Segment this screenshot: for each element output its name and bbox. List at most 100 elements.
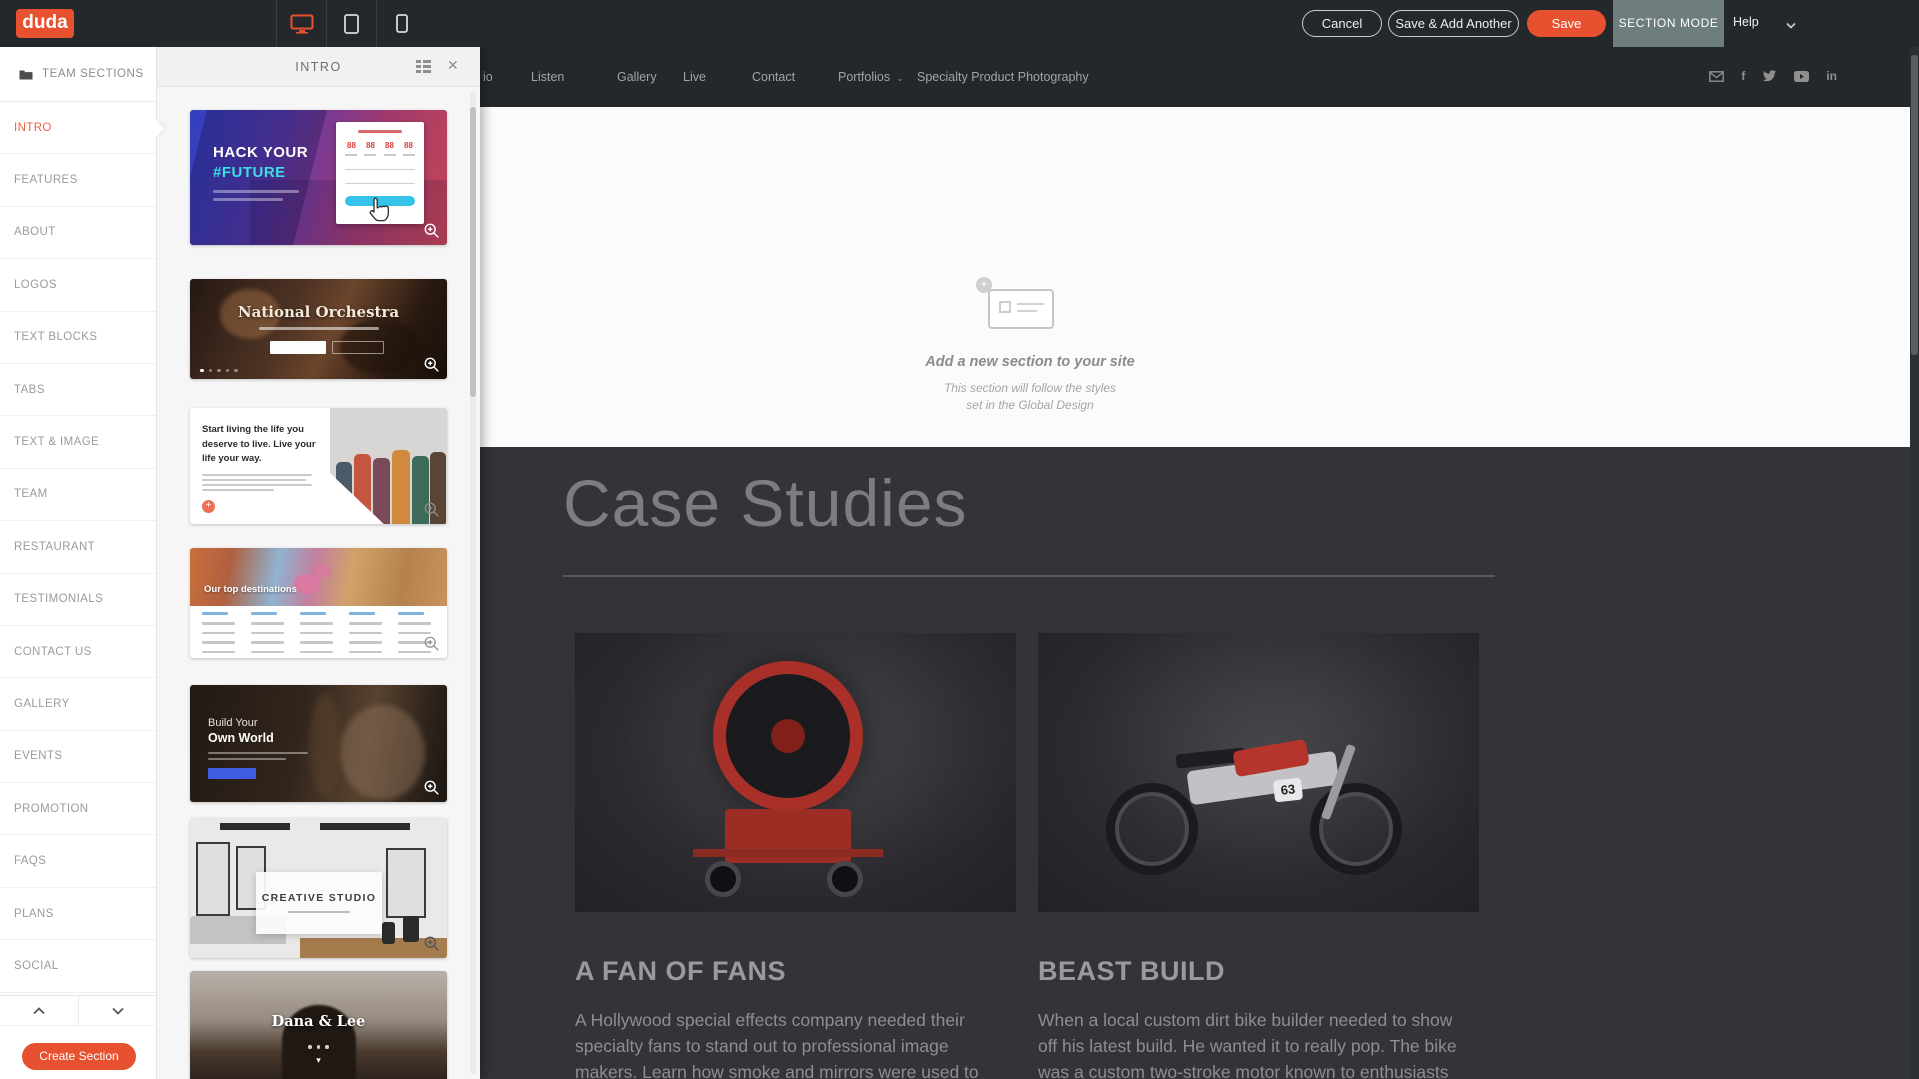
- site-nav-item[interactable]: Specialty Product Photography: [917, 70, 1089, 84]
- sidebar-item[interactable]: CONTACT US: [0, 626, 156, 678]
- template-thumbnail-build-your-own-world[interactable]: Build Your Own World: [190, 685, 447, 802]
- countdown-digit: 88: [402, 141, 415, 151]
- section-placeholder-icon: [988, 289, 1054, 329]
- thumbnail-title: Our top destinations: [204, 584, 297, 595]
- twitter-icon[interactable]: [1762, 69, 1777, 83]
- sidebar-item[interactable]: PLANS: [0, 888, 156, 940]
- cancel-button[interactable]: Cancel: [1302, 10, 1382, 37]
- sidebar-item-label: ABOUT: [14, 226, 56, 238]
- sidebar-item[interactable]: TEAM: [0, 469, 156, 521]
- sidebar-item-label: TABS: [14, 384, 45, 396]
- sidebar-item-label: FAQS: [14, 855, 46, 867]
- site-nav-item[interactable]: Listen: [531, 70, 564, 84]
- thumbnail-art: [345, 154, 415, 156]
- site-nav-item[interactable]: io: [483, 70, 493, 84]
- thumbnail-text: Dana & Lee: [190, 1013, 447, 1030]
- thumbnail-title-line: HACK YOUR: [213, 144, 308, 161]
- sidebar-item[interactable]: PROMOTION: [0, 783, 156, 835]
- scroll-down-button[interactable]: [79, 996, 157, 1025]
- template-thumbnail-hack-your-future[interactable]: HACK YOUR #FUTURE 88 88 88 88: [190, 110, 447, 245]
- thumbnail-title-line: Own World: [208, 731, 308, 745]
- divider: [563, 575, 1495, 577]
- sidebar-item[interactable]: RESTAURANT: [0, 521, 156, 573]
- zoom-preview-icon[interactable]: [423, 635, 440, 652]
- template-thumbnail-national-orchestra[interactable]: National Orchestra: [190, 279, 447, 379]
- panel-scrollbar[interactable]: [470, 92, 476, 1074]
- page-scrollbar[interactable]: [1910, 47, 1919, 1079]
- youtube-icon[interactable]: [1794, 69, 1809, 83]
- sidebar-item[interactable]: TABS: [0, 364, 156, 416]
- case-study-title: A FAN OF FANS: [575, 956, 1016, 987]
- thumbnail-title: Dana & Lee: [190, 1013, 447, 1030]
- thumbnail-slider-dots: [190, 1045, 447, 1049]
- site-nav-item[interactable]: Live: [683, 70, 706, 84]
- thumbnail-art: [392, 450, 410, 524]
- thumbnail-countdown-card: 88 88 88 88: [336, 122, 424, 224]
- tablet-preview-button[interactable]: [326, 0, 376, 47]
- sidebar-item-label: PROMOTION: [14, 803, 89, 815]
- sidebar-item[interactable]: LOGOS: [0, 259, 156, 311]
- sidebar-item[interactable]: FAQS: [0, 835, 156, 887]
- linkedin-icon[interactable]: in: [1826, 69, 1837, 83]
- sidebar-item[interactable]: TESTIMONIALS: [0, 574, 156, 626]
- duda-logo[interactable]: duda: [16, 9, 74, 38]
- close-icon[interactable]: ✕: [447, 57, 459, 74]
- add-section-subtitle: set in the Global Design: [480, 398, 1580, 412]
- site-nav-item-portfolios[interactable]: Portfolios⌄: [838, 70, 904, 84]
- thumbnail-art: [208, 758, 286, 760]
- case-study-image-fan: [575, 633, 1016, 912]
- social-icons-row: f in: [1709, 69, 1837, 83]
- scroll-up-button[interactable]: [0, 996, 79, 1025]
- sidebar-item[interactable]: ABOUT: [0, 207, 156, 259]
- site-nav-item[interactable]: Contact: [752, 70, 795, 84]
- page-scrollbar-thumb[interactable]: [1911, 55, 1918, 355]
- zoom-preview-icon[interactable]: [423, 222, 440, 239]
- email-icon[interactable]: [1709, 69, 1724, 83]
- sidebar-item[interactable]: GALLERY: [0, 678, 156, 730]
- top-bar: duda Cancel Save & Add Another Save SECT…: [0, 0, 1919, 47]
- help-menu[interactable]: Help: [1733, 15, 1759, 29]
- facebook-icon[interactable]: f: [1741, 69, 1745, 83]
- sidebar-item[interactable]: EVENTS: [0, 731, 156, 783]
- thumbnail-art: [386, 848, 426, 918]
- save-button[interactable]: Save: [1527, 10, 1606, 37]
- add-section-subtitle: This section will follow the styles: [480, 381, 1580, 395]
- sidebar-item[interactable]: TEXT BLOCKS: [0, 312, 156, 364]
- chevron-down-icon: ▾: [190, 1055, 447, 1066]
- create-section-button[interactable]: Create Section: [22, 1043, 136, 1070]
- sidebar-item[interactable]: INTRO: [0, 102, 156, 154]
- thumbnail-text: CREATIVE STUDIO: [256, 872, 382, 934]
- tablet-icon: [344, 14, 359, 34]
- thumbnail-text: Build Your Own World: [208, 717, 308, 779]
- chevron-down-icon[interactable]: [1786, 16, 1796, 34]
- thumbnail-art: [213, 198, 283, 201]
- thumbnail-art: [196, 842, 230, 916]
- template-thumbnail-dana-and-lee[interactable]: Dana & Lee ▾: [190, 971, 447, 1079]
- site-nav-item[interactable]: Gallery: [617, 70, 657, 84]
- section-mode-badge: SECTION MODE: [1613, 0, 1724, 47]
- thumbnail-table: [202, 612, 435, 658]
- template-thumbnail-top-destinations[interactable]: Our top destinations: [190, 548, 447, 658]
- template-thumbnail-creative-studio[interactable]: CREATIVE STUDIO: [190, 818, 447, 958]
- thumbnail-art: [294, 574, 320, 594]
- zoom-preview-icon[interactable]: [423, 779, 440, 796]
- zoom-preview-icon[interactable]: [423, 935, 440, 952]
- image-art: [693, 849, 883, 857]
- zoom-preview-icon[interactable]: [423, 501, 440, 518]
- sidebar-item[interactable]: SOCIAL: [0, 940, 156, 992]
- mobile-preview-button[interactable]: [376, 0, 426, 47]
- desktop-preview-button[interactable]: [276, 0, 326, 47]
- add-section-dropzone[interactable]: + Add a new section to your site This se…: [480, 107, 1919, 447]
- sidebar-item[interactable]: FEATURES: [0, 154, 156, 206]
- save-and-add-another-button[interactable]: Save & Add Another: [1388, 10, 1519, 37]
- zoom-preview-icon[interactable]: [423, 356, 440, 373]
- list-view-icon[interactable]: [416, 60, 431, 78]
- panel-scrollbar-thumb[interactable]: [470, 107, 476, 397]
- sidebar-item[interactable]: TEXT & IMAGE: [0, 416, 156, 468]
- countdown-digit: 88: [345, 141, 358, 151]
- template-thumbnail-start-living[interactable]: Start living the life you deserve to liv…: [190, 408, 447, 524]
- thumbnail-art: [288, 911, 350, 913]
- thumbnail-text: HACK YOUR #FUTURE: [213, 144, 308, 201]
- thumbnail-art: [340, 705, 425, 800]
- sidebar-item-label: TESTIMONIALS: [14, 593, 103, 605]
